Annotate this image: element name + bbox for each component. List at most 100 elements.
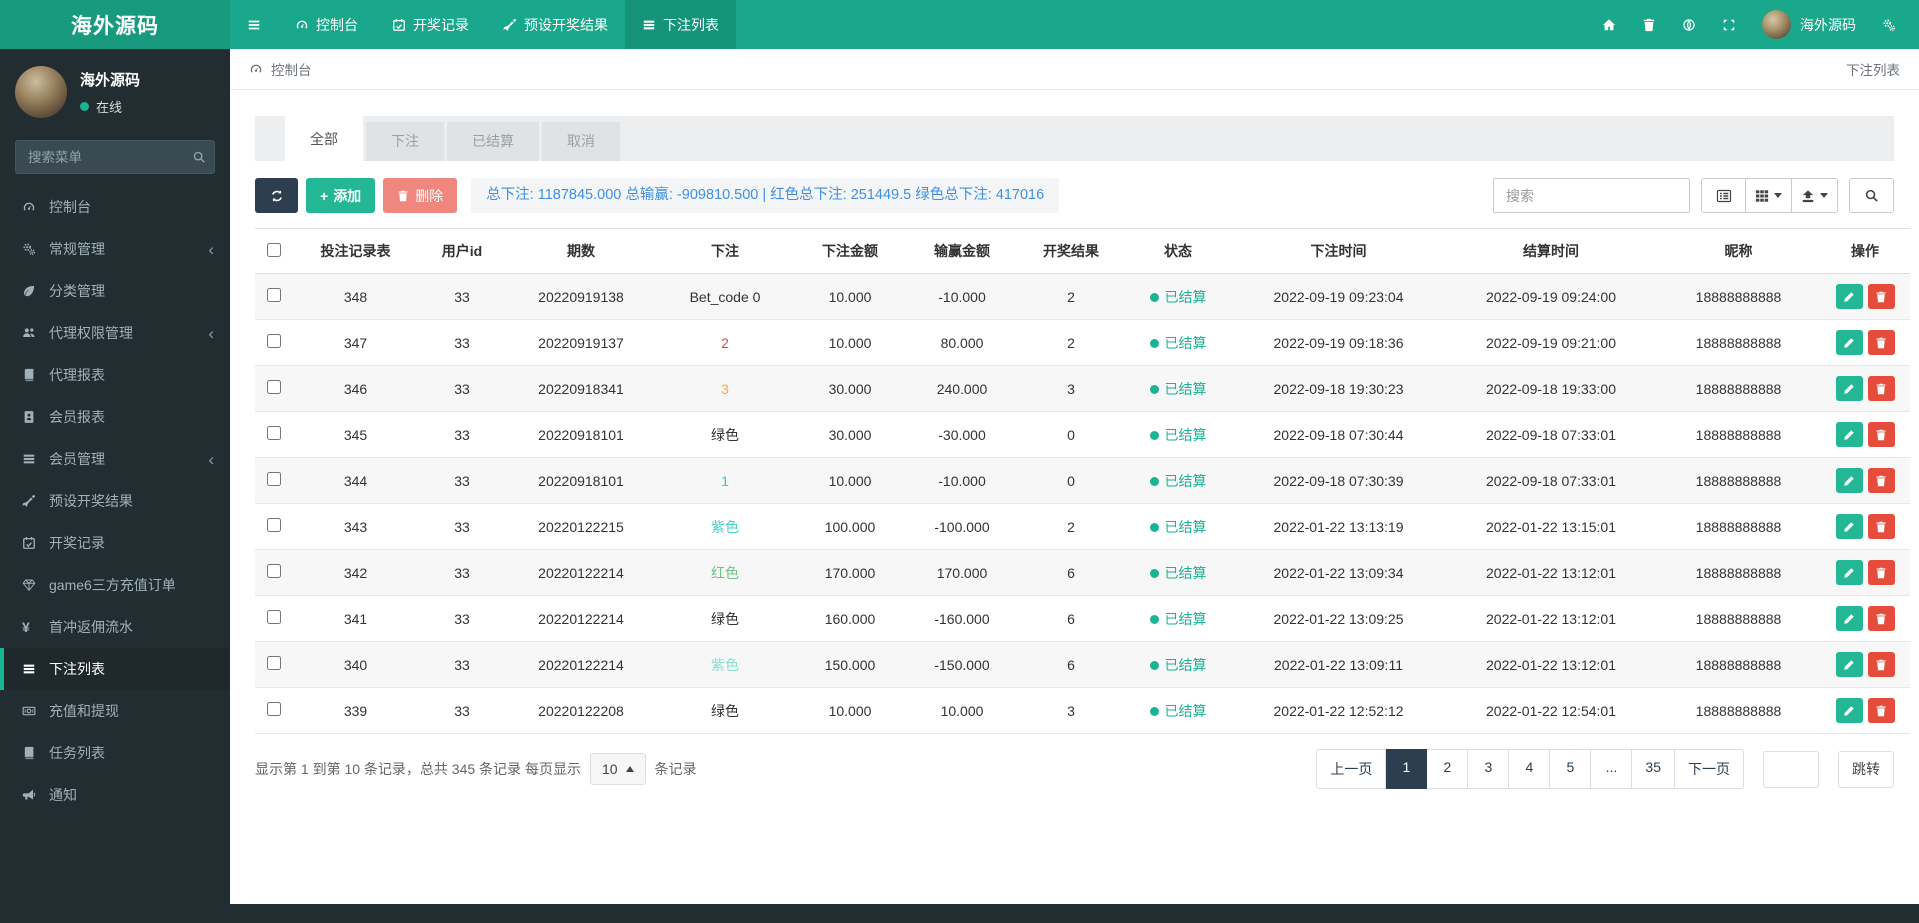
table-search-input[interactable] [1493, 178, 1690, 213]
page-button-2[interactable]: 2 [1427, 749, 1469, 789]
status-badge: 已结算 [1164, 426, 1207, 443]
delete-row-button[interactable] [1867, 422, 1895, 447]
delete-row-button[interactable] [1867, 514, 1895, 539]
cell-bet-amount: 30.000 [794, 411, 906, 458]
page-button-1[interactable]: 1 [1386, 749, 1428, 789]
sidebar-item-8[interactable]: 开奖记录 [0, 522, 230, 564]
trash-icon [1875, 613, 1887, 625]
sidebar-item-6[interactable]: 会员管理 ‹ [0, 438, 230, 480]
sidebar-item-11[interactable]: 下注列表 [0, 648, 230, 690]
search-button[interactable] [1849, 178, 1894, 213]
row-checkbox[interactable] [267, 564, 281, 578]
avatar [1762, 10, 1791, 39]
delete-row-button[interactable] [1867, 698, 1895, 723]
sidebar-item-2[interactable]: 分类管理 [0, 270, 230, 312]
add-button[interactable]: + 添加 [306, 178, 376, 213]
tab-2[interactable]: 已结算 [447, 122, 539, 161]
user-name: 海外源码 [1800, 16, 1856, 33]
delete-row-button[interactable] [1867, 376, 1895, 401]
edit-button[interactable] [1835, 330, 1863, 355]
pencil-icon [1843, 613, 1855, 625]
sidebar-item-10[interactable]: ¥ 首冲返佣流水 [0, 606, 230, 648]
table-header-row: 投注记录表 用户id 期数 下注 下注金额 输赢金额 开奖结果 状态 下注时间 结算时间 昵称 操作 [255, 228, 1910, 274]
edit-button[interactable] [1835, 560, 1863, 585]
page-button-8[interactable]: 下一页 [1675, 749, 1744, 789]
trash-icon [1875, 567, 1887, 579]
nav-item-1[interactable]: 开奖记录 [375, 0, 486, 49]
pencil-icon [1843, 567, 1855, 579]
row-checkbox[interactable] [267, 656, 281, 670]
edit-button[interactable] [1835, 514, 1863, 539]
brand-logo[interactable]: 海外源码 [0, 0, 230, 49]
delete-row-button[interactable] [1867, 606, 1895, 631]
select-all-checkbox[interactable] [267, 242, 281, 257]
row-checkbox[interactable] [267, 518, 281, 532]
tab-1[interactable]: 下注 [366, 122, 444, 161]
edit-button[interactable] [1835, 284, 1863, 309]
edit-button[interactable] [1835, 606, 1863, 631]
user-menu[interactable]: 海外源码 [1749, 10, 1869, 39]
delete-row-button[interactable] [1867, 652, 1895, 677]
page-button-4[interactable]: 4 [1509, 749, 1551, 789]
sidebar-toggle-button[interactable] [230, 0, 278, 49]
sidebar-item-9[interactable]: game6三方充值订单 [0, 564, 230, 606]
online-dot-icon [80, 101, 89, 111]
page-button-7[interactable]: 35 [1632, 749, 1675, 789]
sidebar-item-4[interactable]: 代理报表 [0, 354, 230, 396]
edit-button[interactable] [1835, 652, 1863, 677]
edit-button[interactable] [1835, 698, 1863, 723]
delete-row-button[interactable] [1867, 284, 1895, 309]
edit-button[interactable] [1835, 376, 1863, 401]
row-checkbox[interactable] [267, 610, 281, 624]
sidebar-item-5[interactable]: 会员报表 [0, 396, 230, 438]
breadcrumb-title[interactable]: 控制台 [271, 59, 312, 79]
sidebar-item-13[interactable]: 任务列表 [0, 732, 230, 774]
edit-button[interactable] [1835, 422, 1863, 447]
delete-row-button[interactable] [1867, 468, 1895, 493]
search-icon [192, 150, 206, 164]
cell-user-id: 33 [418, 503, 506, 550]
tab-3[interactable]: 取消 [542, 122, 620, 161]
trash-button[interactable] [1629, 0, 1669, 49]
jump-page-input[interactable] [1763, 750, 1819, 788]
pencil-icon [1843, 383, 1855, 395]
trash-icon [1875, 429, 1887, 441]
page-button-6[interactable]: ... [1591, 749, 1633, 789]
row-checkbox[interactable] [267, 702, 281, 716]
home-button[interactable] [1589, 0, 1629, 49]
qq-button[interactable] [1669, 0, 1709, 49]
edit-button[interactable] [1835, 468, 1863, 493]
row-checkbox[interactable] [267, 288, 281, 302]
refresh-button[interactable] [255, 178, 298, 213]
sidebar-item-14[interactable]: 通知 [0, 774, 230, 816]
per-page-select[interactable]: 10 [589, 753, 646, 785]
page-button-3[interactable]: 3 [1468, 749, 1510, 789]
row-checkbox[interactable] [267, 426, 281, 440]
row-checkbox[interactable] [267, 472, 281, 486]
sidebar-item-7[interactable]: 预设开奖结果 [0, 480, 230, 522]
nav-item-3[interactable]: 下注列表 [625, 0, 736, 49]
sidebar-item-3[interactable]: 代理权限管理 ‹ [0, 312, 230, 354]
navbar-right: 海外源码 [1589, 0, 1919, 49]
sidebar-item-0[interactable]: 控制台 [0, 186, 230, 228]
toggle-view-button[interactable] [1701, 178, 1746, 213]
row-checkbox[interactable] [267, 380, 281, 394]
page-button-0[interactable]: 上一页 [1316, 749, 1387, 789]
page-button-5[interactable]: 5 [1550, 749, 1592, 789]
columns-button[interactable] [1746, 178, 1792, 213]
sidebar-item-12[interactable]: 充值和提现 [0, 690, 230, 732]
delete-row-button[interactable] [1867, 330, 1895, 355]
sidebar-item-1[interactable]: 常规管理 ‹ [0, 228, 230, 270]
fullscreen-button[interactable] [1709, 0, 1749, 49]
delete-row-button[interactable] [1867, 560, 1895, 585]
nav-item-0[interactable]: 控制台 [278, 0, 375, 49]
nav-item-2[interactable]: 预设开奖结果 [486, 0, 625, 49]
jump-button[interactable]: 跳转 [1838, 750, 1894, 788]
sidebar-search-input[interactable] [15, 140, 215, 174]
tab-0[interactable]: 全部 [285, 116, 363, 161]
cell-operations [1820, 365, 1910, 412]
export-button[interactable] [1792, 178, 1838, 213]
delete-button[interactable]: 删除 [383, 178, 458, 213]
settings-button[interactable] [1869, 0, 1909, 49]
row-checkbox[interactable] [267, 334, 281, 348]
